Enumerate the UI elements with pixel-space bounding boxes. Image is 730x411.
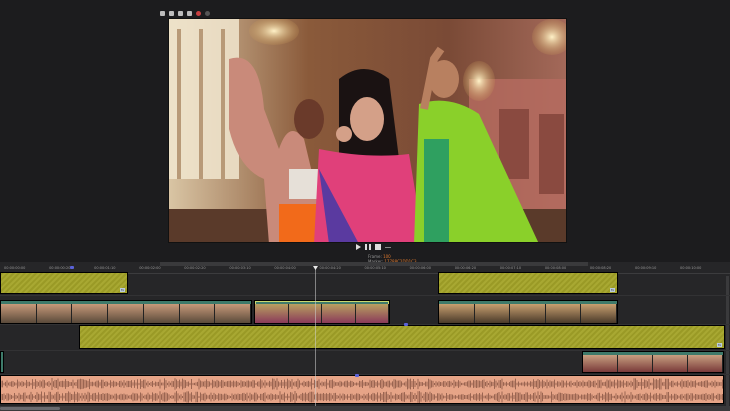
preview-image xyxy=(169,19,566,242)
ruler-tick-label: 00:00:08:00 xyxy=(544,266,567,270)
thumbnail xyxy=(288,304,322,323)
crop-icon[interactable] xyxy=(187,10,192,16)
transport-controls xyxy=(356,244,391,250)
audio-waveform xyxy=(1,378,723,390)
timeline-panel[interactable]: 00:00:00:00 00:00:00:20 00:00:01:10 00:00:0… xyxy=(0,262,730,411)
ruler-tick-label: 00:00:09:10 xyxy=(634,266,657,270)
clip-thumbnails xyxy=(255,304,389,323)
timeline-marker[interactable] xyxy=(70,266,74,269)
video-clip[interactable] xyxy=(582,351,724,373)
stop-icon[interactable] xyxy=(375,244,381,250)
ruler-tick-label: 00:00:06:00 xyxy=(409,266,431,270)
menu-icon[interactable] xyxy=(385,246,391,248)
thumbnail xyxy=(72,304,109,323)
dot-icon[interactable] xyxy=(205,10,210,16)
ruler-tick-label: 00:00:03:10 xyxy=(229,266,251,270)
link-icon[interactable] xyxy=(178,10,183,16)
thumbnail xyxy=(545,304,582,323)
video-clip-selected[interactable] xyxy=(254,300,390,324)
timeline-marker[interactable] xyxy=(404,323,408,326)
thumbnail xyxy=(653,355,688,372)
ruler-tick-label: 00:00:02:00 xyxy=(139,266,161,270)
ruler-tick-label: 00:00:01:10 xyxy=(94,266,116,270)
viewer-toolbar xyxy=(160,8,210,18)
ruler-tick-label: 00:00:04:00 xyxy=(274,266,296,270)
video-clip[interactable] xyxy=(438,300,618,324)
video-clip[interactable] xyxy=(0,351,4,373)
audio-waveform xyxy=(1,391,723,403)
horizontal-scrollbar[interactable] xyxy=(0,406,730,411)
clip-tag: fx xyxy=(120,288,125,292)
track-divider xyxy=(0,295,730,296)
thumbnail xyxy=(108,304,144,323)
ruler-tick-label: 00:00:05:10 xyxy=(364,266,386,270)
pause-icon[interactable] xyxy=(365,244,371,250)
thumbnail xyxy=(510,304,546,323)
video-editor-window: Frame: 100 Marker: 17788C2DD1C3 00:00:00… xyxy=(0,0,730,411)
thumbnail xyxy=(179,304,216,323)
thumbnail xyxy=(36,304,73,323)
timeline-clip[interactable]: fx xyxy=(0,272,128,294)
clip-tag: fx xyxy=(717,343,722,347)
playhead-line[interactable] xyxy=(315,266,316,411)
thumbnail xyxy=(1,304,37,323)
ruler-tick-label: 00:00:08:20 xyxy=(589,266,612,270)
thumbnail xyxy=(583,355,618,372)
move-icon[interactable] xyxy=(160,10,165,16)
thumbnail xyxy=(322,304,356,323)
thumbnail xyxy=(581,304,617,323)
ruler-tick-label: 00:00:00:20 xyxy=(49,266,71,270)
clip-thumbnails xyxy=(583,355,723,372)
record-icon[interactable] xyxy=(196,10,201,16)
dropdown-icon[interactable] xyxy=(169,10,174,16)
timeline-clip[interactable]: fx xyxy=(79,325,725,349)
scroll-thumb[interactable] xyxy=(0,407,60,410)
thumbnail xyxy=(215,304,251,323)
video-clip[interactable] xyxy=(0,300,252,324)
thumbnail xyxy=(474,304,511,323)
thumbnail xyxy=(143,304,180,323)
audio-clip[interactable] xyxy=(0,375,724,404)
ruler-tick-label: 00:00:00:00 xyxy=(4,266,26,270)
ruler-tick-label: 00:00:06:20 xyxy=(454,266,477,270)
thumbnail xyxy=(688,355,723,372)
viewer-preview[interactable] xyxy=(168,18,567,243)
clip-thumbnails xyxy=(1,304,251,323)
thumbnail xyxy=(618,355,653,372)
thumbnail xyxy=(355,304,389,323)
play-icon[interactable] xyxy=(356,244,361,250)
ruler-tick-label: 00:00:02:20 xyxy=(184,266,206,270)
thumbnail xyxy=(439,304,475,323)
ruler-tick-label: 00:00:07:10 xyxy=(499,266,522,270)
clip-thumbnails xyxy=(439,304,617,323)
thumbnail xyxy=(255,304,289,323)
clip-tag: fx xyxy=(610,288,615,292)
timeline-clip[interactable]: fx xyxy=(438,272,618,294)
ruler-tick-label: 00:00:10:00 xyxy=(680,266,702,270)
timeline-marker[interactable] xyxy=(355,374,359,377)
ruler-tick-label: 00:00:04:20 xyxy=(319,266,341,270)
